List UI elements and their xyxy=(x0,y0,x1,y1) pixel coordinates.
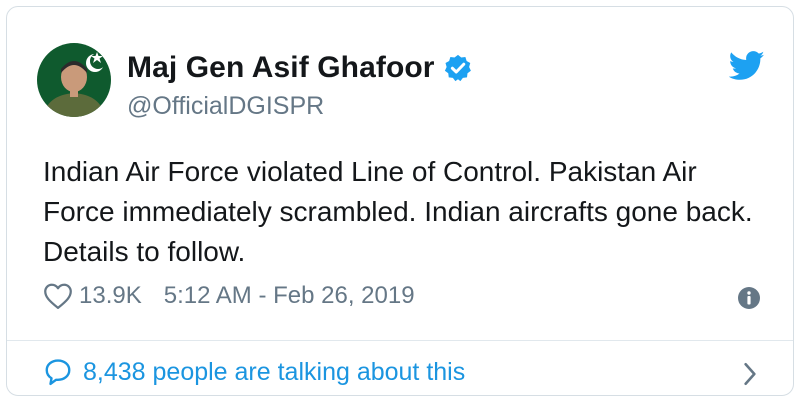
avatar-image xyxy=(37,43,111,117)
verified-badge-icon xyxy=(444,54,471,82)
author-name[interactable]: Maj Gen Asif Ghafoor xyxy=(127,51,435,85)
tweet-text: Indian Air Force violated Line of Contro… xyxy=(43,156,753,267)
chevron-right-icon[interactable] xyxy=(739,361,761,387)
info-icon[interactable] xyxy=(737,286,761,310)
author-row: Maj Gen Asif Ghafoor xyxy=(127,51,473,85)
author-handle[interactable]: @OfficialDGISPR xyxy=(127,92,324,121)
speech-bubble-icon xyxy=(45,359,71,386)
tweet-meta: 13.9K 5:12 AM - Feb 26, 2019 xyxy=(43,282,415,310)
tweet-timestamp[interactable]: 5:12 AM - Feb 26, 2019 xyxy=(164,282,415,310)
avatar[interactable] xyxy=(37,43,111,117)
divider xyxy=(7,340,793,341)
heart-icon[interactable] xyxy=(43,282,73,310)
talking-about-link[interactable]: 8,438 people are talking about this xyxy=(43,357,465,387)
tweet-card: Maj Gen Asif Ghafoor @OfficialDGISPR Ind… xyxy=(6,6,794,396)
like-count[interactable]: 13.9K xyxy=(79,282,142,310)
twitter-bird-icon[interactable] xyxy=(729,51,765,81)
talking-about-text: 8,438 people are talking about this xyxy=(83,357,466,386)
